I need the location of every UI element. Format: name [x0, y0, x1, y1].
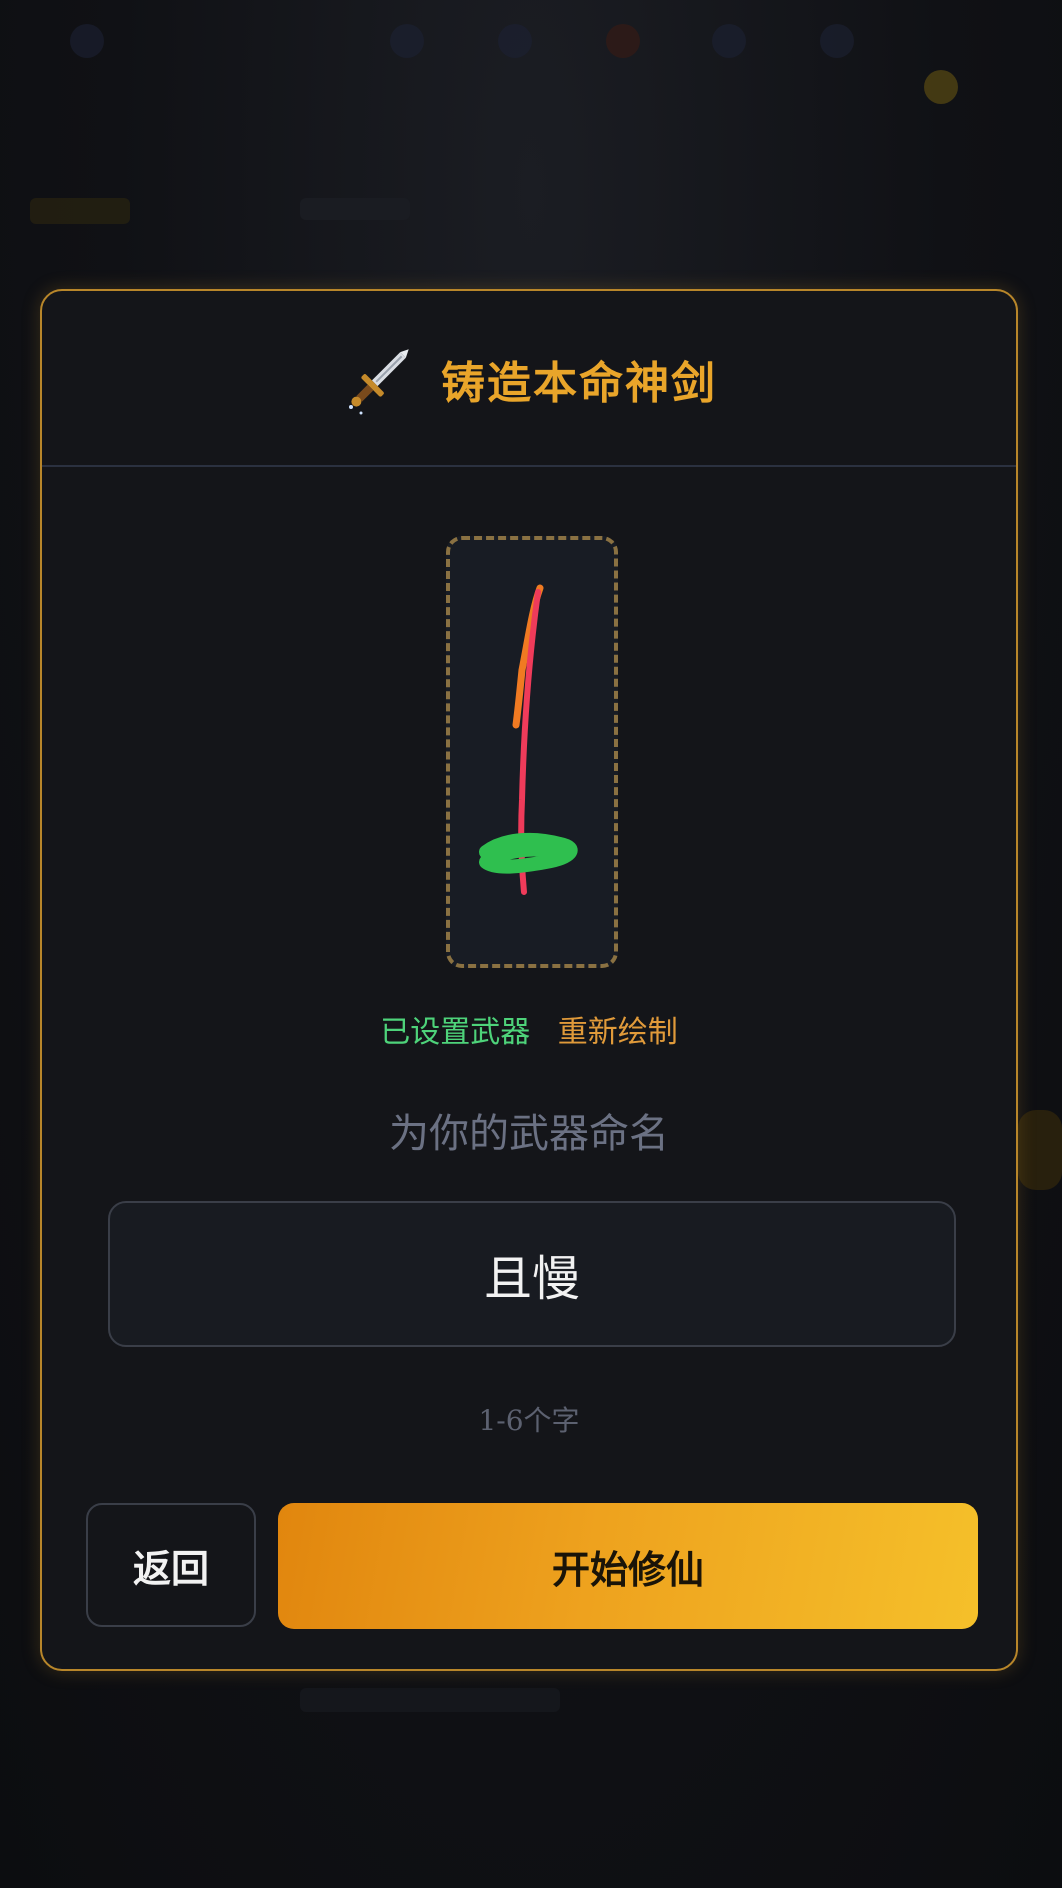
bg-side-button — [1018, 1110, 1062, 1190]
dialog-title: 铸造本命神剑 — [441, 358, 717, 409]
bg-icon — [820, 24, 854, 58]
back-button[interactable]: 返回 — [86, 1503, 256, 1627]
bg-icon — [70, 24, 104, 58]
bg-coin-icon — [924, 70, 958, 104]
name-length-hint: 1-6个字 — [478, 1404, 580, 1437]
start-cultivation-button[interactable]: 开始修仙 — [278, 1503, 978, 1629]
bg-icon — [606, 24, 640, 58]
dialog-header: 铸造本命神剑 — [42, 291, 1016, 467]
drawing-status-row: 已设置武器 重新绘制 — [42, 1007, 1016, 1051]
weapon-name-input[interactable] — [108, 1201, 956, 1347]
bg-icon — [498, 24, 532, 58]
redraw-button[interactable]: 重新绘制 — [558, 1015, 678, 1050]
bg-tab — [30, 198, 130, 224]
name-prompt-label: 为你的武器命名 — [389, 1111, 669, 1157]
bg-icon — [712, 24, 746, 58]
bg-icon — [390, 24, 424, 58]
drawing-stroke-green — [479, 832, 578, 874]
weapon-drawing-canvas[interactable] — [446, 536, 618, 968]
bg-bottom-text — [300, 1688, 560, 1712]
dagger-icon — [341, 341, 417, 417]
header-divider — [42, 465, 1016, 467]
forge-sword-dialog: 铸造本命神剑 已设置武器 重新绘制 为你的武器命名 1-6个字 返回 开始修仙 — [40, 289, 1018, 1671]
bg-tab — [300, 198, 410, 220]
weapon-set-status: 已设置武器 — [380, 1015, 531, 1050]
